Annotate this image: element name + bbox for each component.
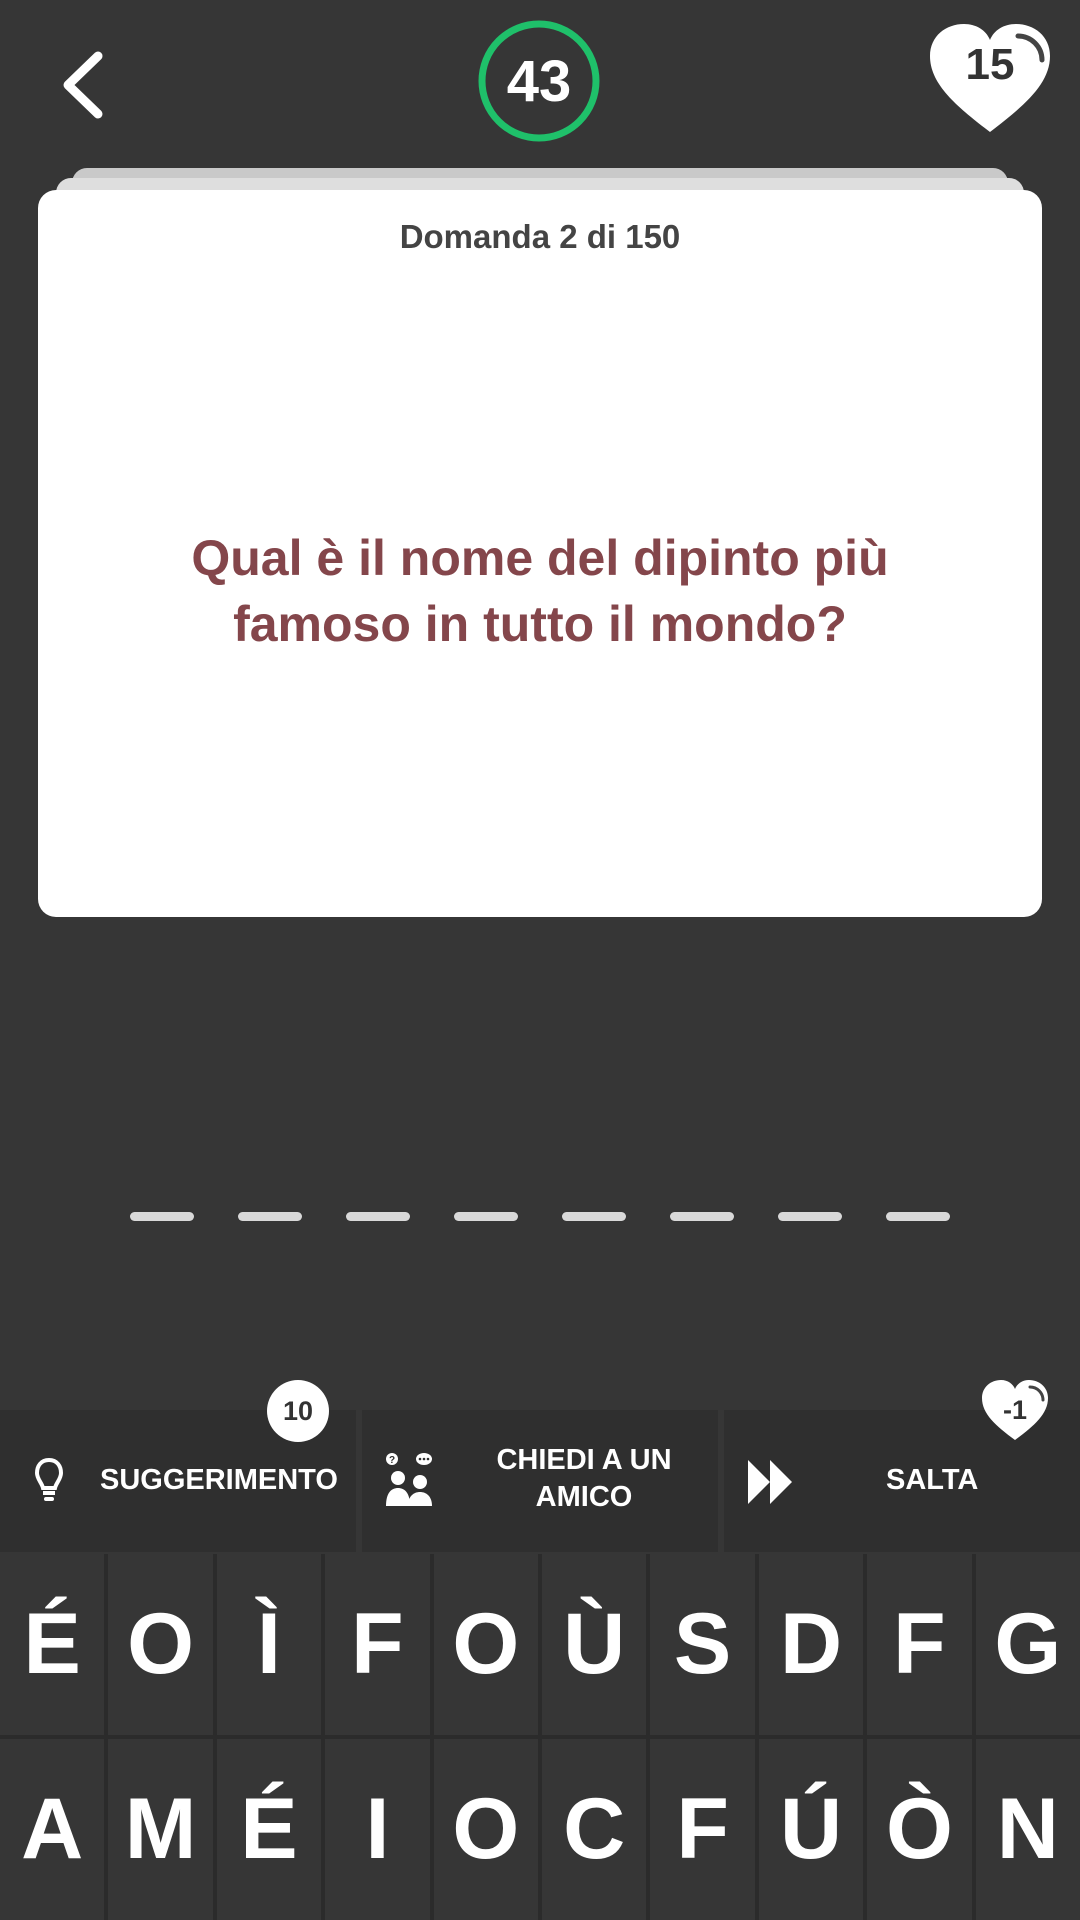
- letter-key[interactable]: F: [867, 1554, 972, 1735]
- answer-slot[interactable]: [670, 1212, 734, 1221]
- lightbulb-icon: [34, 1457, 64, 1501]
- hint-cost-badge: 10: [267, 1380, 329, 1442]
- timer-value: 43: [506, 48, 572, 114]
- letter-key[interactable]: F: [650, 1739, 755, 1920]
- letter-key[interactable]: F: [325, 1554, 430, 1735]
- chevron-left-icon: [63, 51, 103, 119]
- letter-key[interactable]: C: [542, 1739, 647, 1920]
- letter-keyboard: É O Ì F O Ù S D F G A M É I O C F Ú Ò N: [0, 1554, 1080, 1920]
- ask-friend-label-line2: AMICO: [535, 1481, 633, 1513]
- answer-slots: [130, 1212, 950, 1224]
- ask-friend-icon: ?: [386, 1453, 432, 1506]
- question-text: Qual è il nome del dipinto più famoso in…: [191, 530, 889, 652]
- letter-key[interactable]: M: [108, 1739, 213, 1920]
- hint-label: SUGGERIMENTO: [100, 1464, 338, 1496]
- letter-key[interactable]: D: [758, 1554, 864, 1735]
- letter-key[interactable]: É: [0, 1554, 105, 1735]
- svg-text:?: ?: [389, 1455, 395, 1466]
- answer-slot[interactable]: [562, 1212, 626, 1221]
- answer-slot[interactable]: [886, 1212, 950, 1221]
- letter-key[interactable]: Ò: [867, 1739, 972, 1920]
- letter-key[interactable]: N: [975, 1739, 1080, 1920]
- letter-key[interactable]: A: [0, 1739, 105, 1920]
- answer-slot[interactable]: [238, 1212, 302, 1221]
- skip-label: SALTA: [886, 1464, 979, 1496]
- letter-key[interactable]: O: [108, 1554, 213, 1735]
- fast-forward-icon: [748, 1460, 792, 1504]
- letter-key[interactable]: Ì: [216, 1554, 322, 1735]
- letter-key[interactable]: Ù: [542, 1554, 647, 1735]
- answer-slot[interactable]: [454, 1212, 518, 1221]
- letter-key[interactable]: Ú: [758, 1739, 864, 1920]
- letter-key[interactable]: O: [433, 1554, 538, 1735]
- lives-count: 15: [965, 40, 1015, 89]
- ask-friend-button[interactable]: ? CHIEDI A UN AMICO: [362, 1410, 718, 1552]
- letter-key[interactable]: O: [433, 1739, 538, 1920]
- letter-key[interactable]: É: [216, 1739, 322, 1920]
- question-counter: Domanda 2 di 150: [399, 218, 681, 255]
- answer-slot[interactable]: [346, 1212, 410, 1221]
- skip-cost-value: -1: [1002, 1395, 1027, 1425]
- back-button[interactable]: [50, 40, 120, 130]
- letter-key[interactable]: I: [325, 1739, 430, 1920]
- answer-slot[interactable]: [778, 1212, 842, 1221]
- question-card: Domanda 2 di 150 Qual è il nome del dipi…: [38, 190, 1042, 917]
- ask-friend-label: CHIEDI A UN AMICO: [474, 1442, 694, 1516]
- letter-key[interactable]: G: [975, 1554, 1080, 1735]
- help-bar: SUGGERIMENTO ? CHIEDI A UN AMICO SALTA: [0, 1410, 1080, 1552]
- letter-key[interactable]: S: [650, 1554, 755, 1735]
- ask-friend-label-line1: CHIEDI A UN: [496, 1444, 672, 1476]
- answer-slot[interactable]: [130, 1212, 194, 1221]
